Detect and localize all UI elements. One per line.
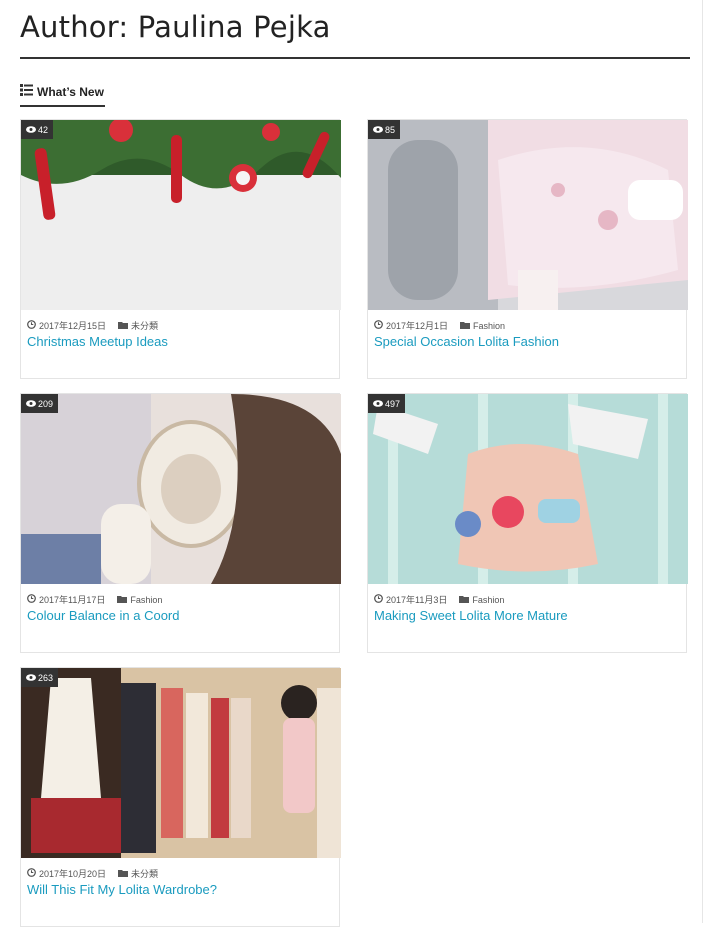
eye-icon — [26, 673, 36, 683]
post-date: 2017年12月1日 — [386, 321, 449, 331]
view-count-badge: 42 — [21, 120, 54, 139]
view-count-badge: 209 — [21, 394, 59, 413]
post-thumbnail[interactable]: 209 — [21, 394, 341, 584]
clock-icon — [374, 594, 383, 605]
page-title: Author: Paulina Pejka — [20, 10, 331, 44]
post-date: 2017年11月3日 — [386, 595, 448, 605]
post-category[interactable]: Fashion — [472, 595, 504, 605]
post-meta: 2017年11月3日 Fashion — [374, 593, 504, 606]
post-meta: 2017年12月15日 未分類 — [27, 319, 158, 332]
post-thumbnail[interactable]: 497 — [368, 394, 688, 584]
post-title-link[interactable]: Christmas Meetup Ideas — [27, 334, 168, 349]
eye-icon — [26, 125, 36, 135]
post-thumbnail[interactable]: 42 — [21, 120, 341, 310]
clock-icon — [27, 868, 36, 879]
post-meta: 2017年12月1日 Fashion — [374, 319, 505, 332]
post-category[interactable]: Fashion — [130, 595, 162, 605]
post-card[interactable]: 263 2017年10月20日 未分類 Will This Fit My Lol… — [20, 667, 341, 927]
post-category[interactable]: Fashion — [473, 321, 505, 331]
post-category[interactable]: 未分類 — [131, 319, 158, 332]
view-count: 209 — [38, 398, 54, 409]
post-date: 2017年10月20日 — [39, 869, 107, 879]
view-count: 263 — [38, 672, 54, 683]
folder-icon — [117, 595, 128, 605]
eye-icon — [373, 399, 383, 409]
clock-icon — [374, 320, 383, 331]
folder-icon — [460, 321, 471, 331]
folder-icon — [459, 595, 470, 605]
post-category[interactable]: 未分類 — [131, 867, 158, 880]
post-thumbnail[interactable]: 85 — [368, 120, 688, 310]
view-count: 497 — [385, 398, 401, 409]
post-date: 2017年12月15日 — [39, 321, 107, 331]
post-title-link[interactable]: Colour Balance in a Coord — [27, 608, 179, 623]
post-title-link[interactable]: Will This Fit My Lolita Wardrobe? — [27, 882, 217, 897]
folder-icon — [118, 321, 129, 331]
section-header-whats-new: What’s New — [20, 78, 105, 107]
clock-icon — [27, 320, 36, 331]
post-date: 2017年11月17日 — [39, 595, 106, 605]
view-count: 85 — [385, 124, 396, 135]
eye-icon — [373, 125, 383, 135]
clock-icon — [27, 594, 36, 605]
view-count-badge: 497 — [368, 394, 406, 413]
eye-icon — [26, 399, 36, 409]
post-thumbnail[interactable]: 263 — [21, 668, 341, 858]
post-title-link[interactable]: Special Occasion Lolita Fashion — [374, 334, 559, 349]
view-count: 42 — [38, 124, 49, 135]
list-icon — [20, 83, 33, 101]
post-meta: 2017年11月17日 Fashion — [27, 593, 162, 606]
view-count-badge: 263 — [21, 668, 59, 687]
section-label: What’s New — [37, 84, 104, 99]
view-count-badge: 85 — [368, 120, 401, 139]
post-title-link[interactable]: Making Sweet Lolita More Mature — [374, 608, 568, 623]
title-divider — [20, 57, 690, 59]
post-card[interactable]: 85 2017年12月1日 Fashion Special Occasion L… — [367, 119, 688, 379]
folder-icon — [118, 869, 129, 879]
post-card[interactable]: 497 2017年11月3日 Fashion Making Sweet Loli… — [367, 393, 688, 653]
post-card[interactable]: 209 2017年11月17日 Fashion Colour Balance i… — [20, 393, 341, 653]
post-meta: 2017年10月20日 未分類 — [27, 867, 158, 880]
post-card[interactable]: 42 2017年12月15日 未分類 Christmas Meetup Idea… — [20, 119, 341, 379]
